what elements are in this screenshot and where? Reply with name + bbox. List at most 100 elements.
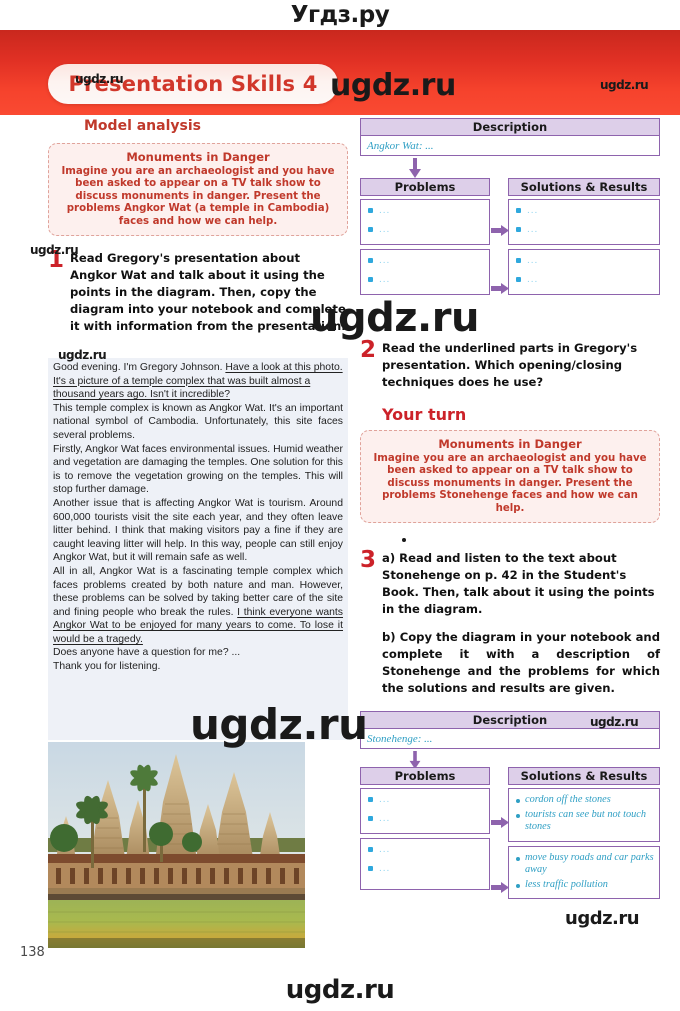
bullet-square-icon <box>368 258 373 263</box>
prompt-box-title: Monuments in Danger <box>126 150 270 164</box>
diagram-bottom-description-value: Stonehenge: ... <box>367 732 433 745</box>
diagram-bottom-problem-cell-2[interactable]: ... ... <box>360 838 490 891</box>
exercise-2: 2 Read the underlined parts in Gregory's… <box>360 339 660 391</box>
page-number: 138 <box>20 945 45 960</box>
solution-item: move busy roads and car parks away <box>516 852 655 877</box>
angkor-wat-photo-art <box>48 742 305 948</box>
exercise-3: 3 a) Read and listen to the text about S… <box>360 547 660 697</box>
prompt-box-body: Imagine you are an archaeologist and you… <box>373 453 647 514</box>
solution-item: tourists can see but not touch stones <box>516 809 655 834</box>
bullet-item: ... <box>516 255 655 266</box>
arrow-right-icon <box>491 882 509 894</box>
diagram-top-problems-header: Problems <box>360 178 490 196</box>
separator-bullet-icon <box>402 538 406 543</box>
diagram-top-columns: Problems ... ... ... ... Solutions & Res… <box>360 178 660 295</box>
exercise-1-text: Read Gregory's presentation about Angkor… <box>70 251 346 334</box>
bullet-item: ... <box>516 274 655 285</box>
diagram-top-down-arrow <box>360 156 660 178</box>
transcript-paragraph-1: Good evening. I'm Gregory Johnson. Have … <box>53 361 343 402</box>
solution-item: less traffic pollution <box>516 879 655 892</box>
diagram-bottom-problems-column: Problems ... ... ... ... <box>360 767 490 899</box>
watermark-site-top: Угдз.ру <box>290 2 390 28</box>
transcript-p1-plain: Good evening. I'm Gregory Johnson. <box>53 362 226 373</box>
bullet-square-icon <box>368 208 373 213</box>
exercise-3-part-b: b) Copy the diagram in your notebook and… <box>382 630 660 696</box>
bullet-item: ... <box>368 205 485 216</box>
bullet-square-icon <box>368 847 373 853</box>
prompt-box-stonehenge: Monuments in Danger Imagine you are an a… <box>360 430 660 524</box>
solution-item: cordon off the stones <box>516 794 655 807</box>
exercise-1-number: 1 <box>48 247 65 274</box>
prompt-box-title: Monuments in Danger <box>438 437 582 451</box>
diagram-bottom-solution-cell-2[interactable]: move busy roads and car parks away less … <box>508 845 660 900</box>
diagram-top-problem-cell-2[interactable]: ... ... <box>360 249 490 295</box>
bullet-item: ... <box>516 205 655 216</box>
diagram-top-solution-cell-1[interactable]: ... ... <box>508 199 660 245</box>
watermark-brand-small-7: ugdz.ru <box>565 908 640 929</box>
your-turn-heading: Your turn <box>382 405 467 424</box>
diagram-angkor-wat: Description Angkor Wat: ... Problems ...… <box>360 118 660 295</box>
angkor-wat-photo <box>48 742 305 948</box>
diagram-bottom-columns: Problems ... ... ... ... Solutions & Res… <box>360 767 660 900</box>
bullet-item: ... <box>368 813 485 824</box>
diagram-top-description-cell: Angkor Wat: ... <box>360 136 660 156</box>
diagram-top-description-value: Angkor Wat: ... <box>367 139 434 152</box>
bullet-square-icon <box>368 227 373 232</box>
diagram-top-solution-cell-2[interactable]: ... ... <box>508 249 660 295</box>
diagram-stonehenge: Description Stonehenge: ... Problems ...… <box>360 711 660 900</box>
diagram-bottom-solution-cell-1[interactable]: cordon off the stones tourists can see b… <box>508 788 660 842</box>
diagram-top-right-arrow-1 <box>491 225 509 236</box>
section-heading-model-analysis: Model analysis <box>84 118 201 134</box>
bullet-square-icon <box>368 797 373 803</box>
transcript-paragraph-5: All in all, Angkor Wat is a fascinating … <box>53 565 343 647</box>
exercise-3-text: a) Read and listen to the text about Sto… <box>382 550 660 697</box>
diagram-bottom-right-arrow-1 <box>491 817 509 829</box>
exercise-3-part-a: a) Read and listen to the text about Sto… <box>382 551 655 617</box>
bullet-square-icon <box>368 277 373 282</box>
transcript-paragraph-2: This temple complex is known as Angkor W… <box>53 402 343 441</box>
diagram-top-description-header: Description <box>360 118 660 136</box>
arrow-right-icon <box>491 283 509 294</box>
diagram-bottom-right-arrow-2 <box>491 882 509 894</box>
bullet-square-icon <box>516 277 521 282</box>
prompt-box-body: Imagine you are an archaeologist and you… <box>61 166 335 227</box>
bullet-square-icon <box>368 866 373 872</box>
diagram-top-problem-cell-1[interactable]: ... ... <box>360 199 490 245</box>
bullet-item: ... <box>368 274 485 285</box>
diagram-top-solutions-header: Solutions & Results <box>508 178 660 196</box>
watermark-brand-bottom: ugdz.ru <box>285 975 395 1005</box>
bullet-dot-icon <box>516 856 520 861</box>
bullet-item: ... <box>368 255 485 266</box>
right-column: Description Angkor Wat: ... Problems ...… <box>360 118 660 900</box>
diagram-bottom-solutions-header: Solutions & Results <box>508 767 660 786</box>
bullet-square-icon <box>516 208 521 213</box>
diagram-bottom-description-cell: Stonehenge: ... <box>360 729 660 750</box>
diagram-bottom-problems-header: Problems <box>360 767 490 786</box>
transcript-paragraph-6: Does anyone have a question for me? ... <box>53 647 241 659</box>
bullet-dot-icon <box>516 883 520 888</box>
bullet-square-icon <box>516 227 521 232</box>
diagram-top-solutions-column: Solutions & Results ... ... ... ... <box>508 178 660 295</box>
exercise-1: 1 Read Gregory's presentation about Angk… <box>48 247 348 335</box>
bullet-dot-icon <box>516 813 520 818</box>
bullet-item: ... <box>368 794 485 805</box>
transcript-paragraph-3: Firstly, Angkor Wat faces environmental … <box>53 443 343 496</box>
page-title: Presentation Skills 4 <box>68 72 318 96</box>
header-title-pill: Presentation Skills 4 <box>48 64 338 104</box>
diagram-bottom-problem-cell-1[interactable]: ... ... <box>360 788 490 835</box>
left-column: Model analysis Monuments in Danger Imagi… <box>48 118 348 335</box>
bullet-square-icon <box>516 258 521 263</box>
diagram-bottom-down-arrow <box>360 749 660 770</box>
prompt-box-angkor-wat: Monuments in Danger Imagine you are an a… <box>48 143 348 237</box>
bullet-item: ... <box>516 224 655 235</box>
exercise-3-number: 3 <box>360 547 377 574</box>
bullet-item: ... <box>368 224 485 235</box>
arrow-down-icon <box>409 158 421 178</box>
diagram-top-problems-column: Problems ... ... ... ... <box>360 178 490 295</box>
diagram-top-right-arrow-2 <box>491 283 509 294</box>
bullet-item: ... <box>368 844 485 855</box>
exercise-2-text: Read the underlined parts in Gregory's p… <box>382 341 638 389</box>
transcript-block: Good evening. I'm Gregory Johnson. Have … <box>48 358 348 740</box>
arrow-right-icon <box>491 817 509 829</box>
diagram-bottom-solutions-column: Solutions & Results cordon off the stone… <box>508 767 660 900</box>
